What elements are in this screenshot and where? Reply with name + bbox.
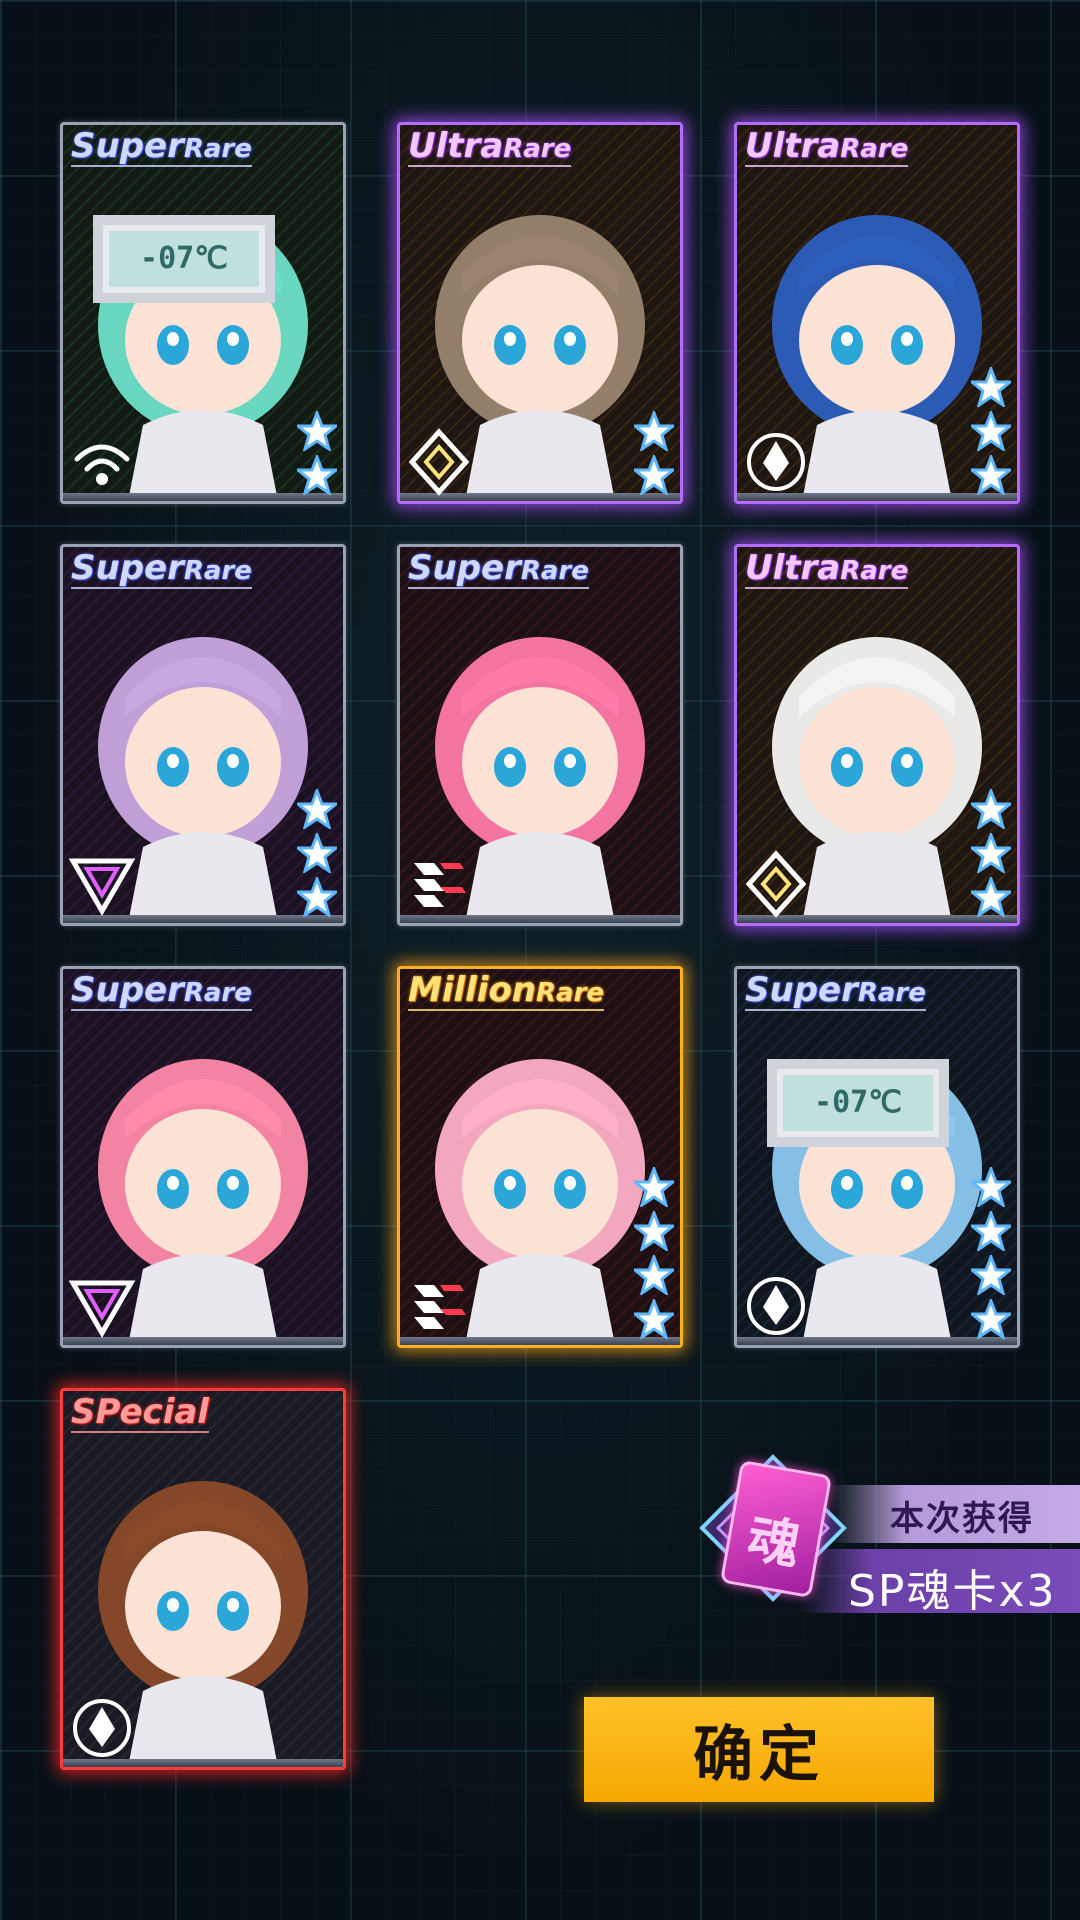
- rarity-suffix: Rare: [840, 134, 909, 164]
- star-icon: [971, 789, 1011, 829]
- rarity-label: UltraRare: [408, 126, 572, 167]
- rarity-word: Ultra: [745, 548, 841, 588]
- rarity-label: SuperRare: [71, 548, 252, 589]
- rarity-word: Super: [71, 126, 184, 166]
- card-2[interactable]: UltraRare: [397, 122, 683, 504]
- rarity-word: Million: [408, 970, 537, 1010]
- star-icon: [634, 411, 674, 451]
- star-rating: [971, 1167, 1011, 1339]
- star-icon: [297, 411, 337, 451]
- rarity-label: SuperRare: [408, 548, 589, 589]
- rarity-word: Super: [71, 970, 184, 1010]
- drop-faction-icon: [73, 1699, 131, 1757]
- rarity-label: SuperRare: [71, 970, 252, 1011]
- star-icon: [971, 411, 1011, 451]
- star-icon: [297, 455, 337, 495]
- rarity-word: SPecial: [71, 1392, 209, 1432]
- rarity-suffix: Rare: [183, 556, 252, 586]
- rarity-suffix: Rare: [536, 978, 605, 1008]
- thermometer-display: -07℃: [767, 1059, 949, 1147]
- card-4[interactable]: SuperRare: [60, 544, 346, 926]
- star-icon: [634, 1167, 674, 1207]
- triangle-faction-icon: [68, 1280, 136, 1338]
- drop-faction-icon: [747, 1277, 805, 1335]
- star-icon: [971, 1211, 1011, 1251]
- card-6[interactable]: UltraRare: [734, 544, 1020, 926]
- drop-faction-icon: [747, 433, 805, 491]
- diamond-faction-icon: [745, 850, 807, 918]
- star-icon: [297, 833, 337, 873]
- star-icon: [971, 877, 1011, 917]
- thermometer-display: -07℃: [93, 215, 275, 303]
- star-rating: [634, 411, 674, 495]
- reward-obtained-label: 本次获得: [890, 1499, 1034, 1539]
- rarity-label: SPecial: [71, 1392, 209, 1433]
- rarity-suffix: Rare: [840, 556, 909, 586]
- star-rating: [297, 411, 337, 495]
- rarity-suffix: Rare: [183, 134, 252, 164]
- confirm-button[interactable]: 确定: [584, 1697, 934, 1802]
- star-icon: [971, 367, 1011, 407]
- star-icon: [971, 1167, 1011, 1207]
- rarity-label: SuperRare: [71, 126, 252, 167]
- star-icon: [297, 877, 337, 917]
- rarity-word: Ultra: [745, 126, 841, 166]
- star-rating: [971, 367, 1011, 495]
- rarity-suffix: Rare: [503, 134, 572, 164]
- diamond-faction-icon: [408, 428, 470, 496]
- card-3[interactable]: UltraRare: [734, 122, 1020, 504]
- star-icon: [971, 1299, 1011, 1339]
- reward-badge: 魂 本次获得 SP魂卡x3: [680, 1425, 1080, 1655]
- rarity-word: Ultra: [408, 126, 504, 166]
- rarity-label: SuperRare: [745, 970, 926, 1011]
- star-icon: [634, 1299, 674, 1339]
- star-icon: [634, 1211, 674, 1251]
- rarity-suffix: Rare: [857, 978, 926, 1008]
- rarity-label: UltraRare: [745, 548, 909, 589]
- card-8[interactable]: MillionRare: [397, 966, 683, 1348]
- rarity-suffix: Rare: [183, 978, 252, 1008]
- star-icon: [971, 1255, 1011, 1295]
- star-icon: [971, 833, 1011, 873]
- rarity-word: Super: [71, 548, 184, 588]
- star-rating: [634, 1167, 674, 1339]
- rarity-label: MillionRare: [408, 970, 605, 1011]
- card-7[interactable]: SuperRare: [60, 966, 346, 1348]
- card-10[interactable]: SPecial: [60, 1388, 346, 1770]
- card-5[interactable]: SuperRare: [397, 544, 683, 926]
- triangle-faction-icon: [68, 858, 136, 916]
- rarity-word: Super: [745, 970, 858, 1010]
- rarity-label: UltraRare: [745, 126, 909, 167]
- card-9[interactable]: -07℃ SuperRare: [734, 966, 1020, 1348]
- star-icon: [971, 455, 1011, 495]
- soul-card-char: 魂: [742, 1507, 805, 1577]
- star-icon: [634, 455, 674, 495]
- chevron-faction-icon: [414, 863, 466, 907]
- reward-item-label: SP魂卡x3: [848, 1566, 1057, 1617]
- star-icon: [634, 1255, 674, 1295]
- rarity-word: Super: [408, 548, 521, 588]
- card-1[interactable]: -07℃ SuperRare: [60, 122, 346, 504]
- wifi-faction-icon: [74, 444, 130, 485]
- rarity-suffix: Rare: [520, 556, 589, 586]
- star-icon: [297, 789, 337, 829]
- chevron-faction-icon: [414, 1285, 466, 1329]
- star-rating: [297, 789, 337, 917]
- star-rating: [971, 789, 1011, 917]
